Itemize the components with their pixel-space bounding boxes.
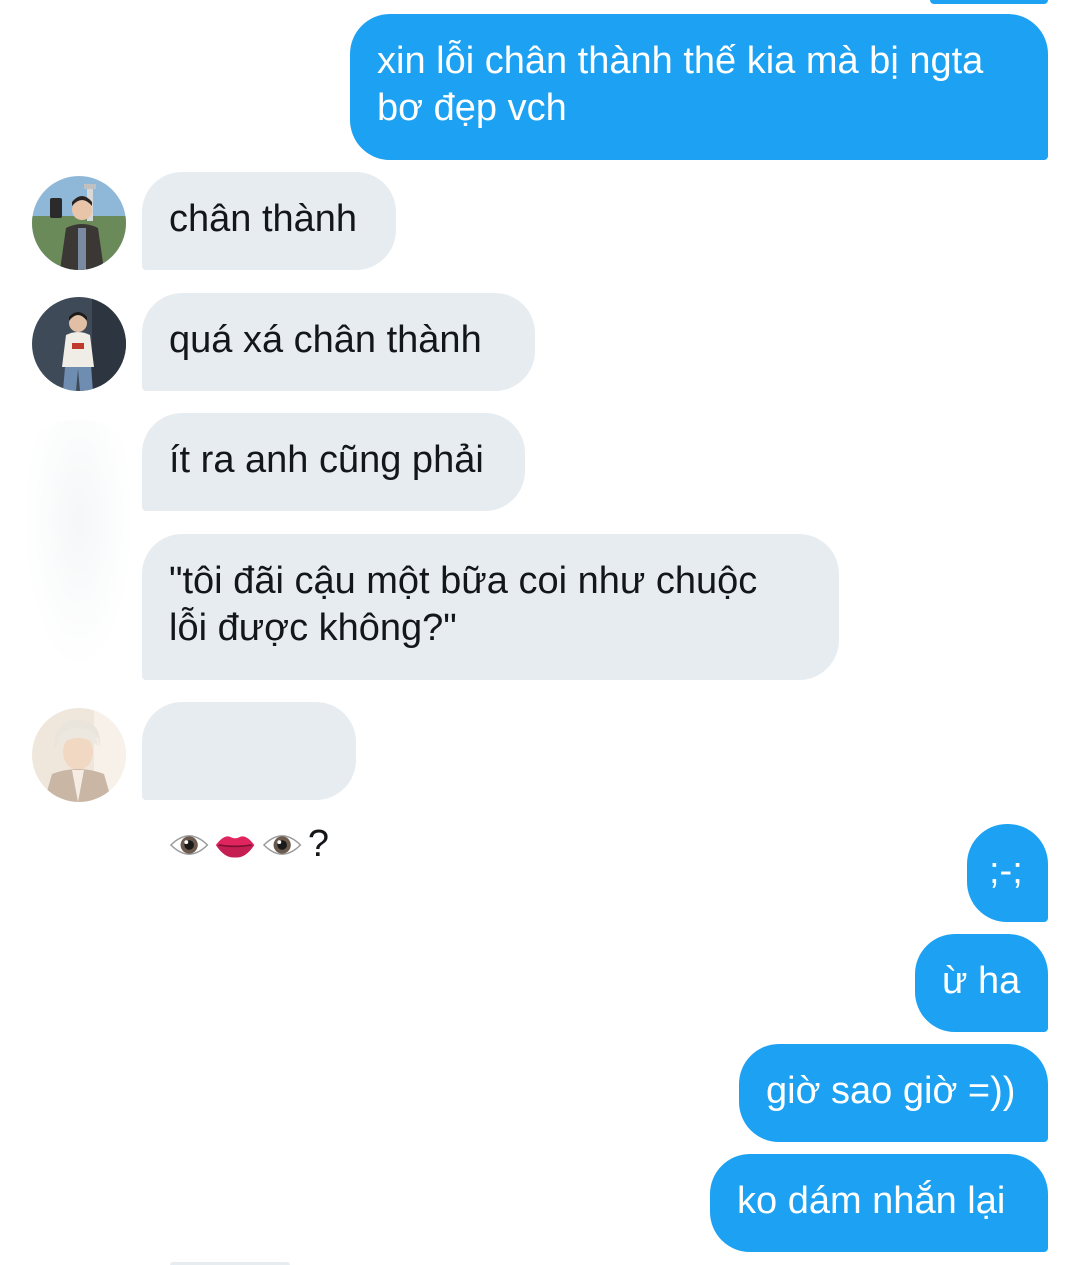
lips-icon <box>216 835 255 858</box>
eye-icon <box>262 834 301 855</box>
eye-icon <box>169 834 209 855</box>
hidden-avatar <box>24 420 134 670</box>
sent-message-bubble[interactable]: giờ sao giờ =)) <box>739 1044 1048 1142</box>
received-message-bubble[interactable]: chân thành <box>142 172 396 270</box>
avatar[interactable] <box>32 708 126 802</box>
received-message-bubble[interactable]: ? <box>142 702 356 865</box>
received-message-bubble[interactable]: "tôi đãi cậu một bữa coi như chuộc lỗi đ… <box>142 534 839 680</box>
message-text: ? <box>307 823 330 865</box>
user-photo-icon <box>32 297 126 391</box>
sent-message-bubble[interactable]: ko dám nhắn lại <box>710 1154 1048 1252</box>
emoji-row: ? <box>169 821 329 868</box>
avatar[interactable] <box>32 297 126 391</box>
received-message-bubble[interactable]: quá xá chân thành <box>142 293 535 391</box>
sent-message-bubble[interactable]: ừ ha <box>915 934 1048 1032</box>
avatar[interactable] <box>32 176 126 270</box>
sent-message-bubble[interactable]: ;-; <box>967 824 1048 922</box>
sent-message-bubble[interactable]: xin lỗi chân thành thế kia mà bị ngta bơ… <box>350 14 1048 160</box>
received-message-bubble[interactable]: ít ra anh cũng phải <box>142 413 525 511</box>
user-photo-icon <box>32 708 126 802</box>
user-photo-icon <box>32 176 126 270</box>
previous-message-edge <box>930 0 1048 4</box>
